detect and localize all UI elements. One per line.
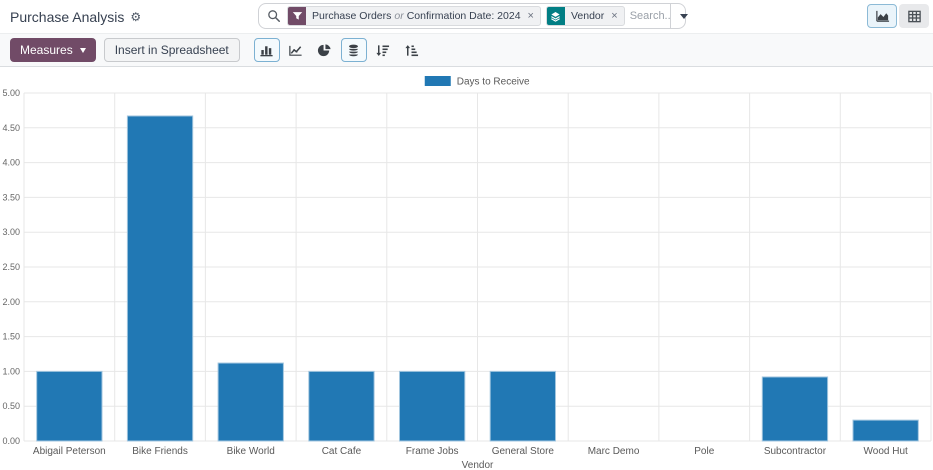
stacked-database-icon bbox=[346, 43, 361, 58]
x-tick-label: Marc Demo bbox=[588, 446, 640, 457]
x-tick-label: Bike Friends bbox=[132, 446, 188, 457]
bar-abigail-peterson[interactable] bbox=[37, 371, 102, 441]
chart-type-buttons bbox=[254, 38, 425, 62]
filter-facet-label: Purchase Orders or Confirmation Date: 20… bbox=[306, 7, 527, 25]
y-tick-label: 4.00 bbox=[2, 158, 20, 168]
y-tick-label: 3.00 bbox=[2, 227, 20, 237]
filter-facet[interactable]: Purchase Orders or Confirmation Date: 20… bbox=[287, 6, 541, 26]
sort-descending-button[interactable] bbox=[370, 38, 396, 62]
y-tick-label: 3.50 bbox=[2, 192, 20, 202]
bar-wood-hut[interactable] bbox=[853, 420, 918, 441]
x-tick-label: Wood Hut bbox=[864, 446, 909, 457]
x-tick-label: Cat Cafe bbox=[322, 446, 362, 457]
filter-funnel-icon bbox=[288, 7, 306, 25]
page-title: Purchase Analysis bbox=[10, 9, 124, 25]
filter-facet-part2: Confirmation Date: 2024 bbox=[407, 10, 521, 22]
x-tick-label: General Store bbox=[492, 446, 555, 457]
y-tick-label: 0.00 bbox=[2, 436, 20, 446]
gear-icon[interactable]: ⚙ bbox=[130, 11, 141, 23]
y-tick-label: 1.00 bbox=[2, 366, 20, 376]
caret-down-icon bbox=[80, 48, 86, 53]
x-tick-label: Bike World bbox=[227, 446, 275, 457]
view-switcher bbox=[867, 4, 929, 28]
y-tick-label: 2.00 bbox=[2, 297, 20, 307]
sort-ascending-button[interactable] bbox=[399, 38, 425, 62]
bar-chart-button[interactable] bbox=[254, 38, 280, 62]
bar-subcontractor[interactable] bbox=[762, 377, 827, 441]
x-axis-title: Vendor bbox=[462, 460, 494, 470]
pivot-table-icon bbox=[907, 9, 922, 24]
search-icon bbox=[267, 9, 281, 23]
measures-label: Measures bbox=[20, 43, 73, 57]
pie-chart-button[interactable] bbox=[312, 38, 338, 62]
y-tick-label: 2.50 bbox=[2, 262, 20, 272]
legend-label[interactable]: Days to Receive bbox=[457, 77, 530, 88]
chart-area: 0.00 0.50 1.00 1.50 2.00 2.50 3.00 3.50 4.00 4.50… bbox=[0, 67, 933, 470]
sort-ascending-icon bbox=[404, 43, 419, 58]
searchbar-dropdown-toggle[interactable] bbox=[670, 4, 697, 28]
insert-in-spreadsheet-button[interactable]: Insert in Spreadsheet bbox=[104, 38, 240, 62]
bar-bike-world[interactable] bbox=[218, 363, 283, 441]
groupby-facet-text: Vendor bbox=[571, 10, 604, 22]
groupby-facet-remove-button[interactable]: × bbox=[610, 7, 623, 25]
stacked-toggle-button[interactable] bbox=[341, 38, 367, 62]
x-tick-label: Subcontractor bbox=[764, 446, 827, 457]
pie-chart-icon bbox=[317, 43, 332, 58]
line-chart-icon bbox=[288, 43, 303, 58]
layers-icon bbox=[547, 7, 565, 25]
y-tick-label: 0.50 bbox=[2, 401, 20, 411]
y-tick-label: 5.00 bbox=[2, 88, 20, 98]
toolbar: Measures Insert in Spreadsheet bbox=[0, 33, 933, 67]
bar-chart-icon bbox=[259, 43, 274, 58]
groupby-facet[interactable]: Vendor × bbox=[546, 6, 625, 26]
graph-view-button[interactable] bbox=[867, 4, 897, 28]
bar-bike-friends[interactable] bbox=[127, 116, 192, 441]
y-tick-label: 1.50 bbox=[2, 332, 20, 342]
y-tick-label: 4.50 bbox=[2, 123, 20, 133]
bar-frame-jobs[interactable] bbox=[399, 371, 464, 441]
filter-facet-remove-button[interactable]: × bbox=[527, 7, 540, 25]
legend-swatch[interactable] bbox=[425, 76, 451, 86]
caret-down-icon bbox=[680, 14, 688, 19]
measures-button[interactable]: Measures bbox=[10, 38, 96, 62]
sort-descending-icon bbox=[375, 43, 390, 58]
bar-chart[interactable]: 0.00 0.50 1.00 1.50 2.00 2.50 3.00 3.50 4.00 4.50… bbox=[0, 67, 933, 470]
groupby-facet-label: Vendor bbox=[565, 7, 610, 25]
filter-facet-part1: Purchase Orders bbox=[312, 10, 391, 22]
filter-facet-conjunction: or bbox=[394, 10, 403, 22]
bar-cat-cafe[interactable] bbox=[309, 371, 374, 441]
line-chart-button[interactable] bbox=[283, 38, 309, 62]
x-tick-label: Abigail Peterson bbox=[33, 446, 106, 457]
area-chart-icon bbox=[875, 9, 890, 24]
search-input[interactable] bbox=[630, 10, 670, 22]
header: Purchase Analysis ⚙ Purchase Orders or C… bbox=[0, 0, 933, 33]
pivot-view-button[interactable] bbox=[899, 4, 929, 28]
search-bar: Purchase Orders or Confirmation Date: 20… bbox=[258, 3, 686, 29]
x-tick-label: Pole bbox=[694, 446, 714, 457]
bar-general-store[interactable] bbox=[490, 371, 555, 441]
x-tick-label: Frame Jobs bbox=[406, 446, 459, 457]
